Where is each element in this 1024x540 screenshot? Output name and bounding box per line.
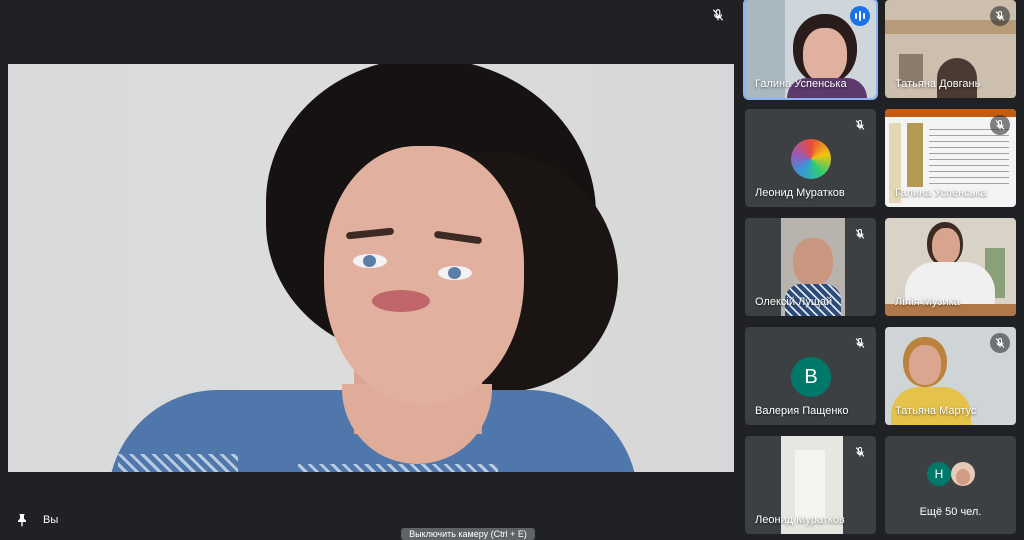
camera-tooltip: Выключить камеру (Ctrl + E) bbox=[401, 528, 535, 540]
embroidery-center bbox=[298, 464, 498, 472]
mic-off-icon bbox=[990, 333, 1010, 353]
participant-tile-galyna[interactable]: Галина Успенська bbox=[743, 0, 878, 100]
speaker-eye-left bbox=[353, 254, 387, 268]
mic-off-icon bbox=[990, 115, 1010, 135]
self-label: Вы bbox=[43, 514, 59, 526]
presentation-image bbox=[907, 123, 923, 187]
more-participants-tile[interactable]: Н Ещё 50 чел. bbox=[885, 436, 1016, 534]
participant-name: Галина Успенська bbox=[895, 187, 987, 199]
participant-tile-tatiana-martus[interactable]: Татьяна Мартус bbox=[885, 327, 1016, 425]
participant-tile-oleksii[interactable]: Олексій Лущай bbox=[745, 218, 876, 316]
pin-icon[interactable] bbox=[14, 512, 30, 528]
participant-tile-leonid-1[interactable]: Леонид Муратков bbox=[745, 109, 876, 207]
speaker-eye-right bbox=[438, 266, 472, 280]
participant-name: Лілія Музика bbox=[895, 296, 960, 308]
avatar: В bbox=[791, 357, 831, 397]
main-mic-off-icon bbox=[704, 4, 732, 26]
tile-background-door bbox=[795, 450, 825, 520]
main-video[interactable] bbox=[8, 64, 734, 472]
participant-name: Валерия Пащенко bbox=[755, 405, 849, 417]
mic-off-icon bbox=[850, 115, 870, 135]
participant-name: Татьяна Довгань bbox=[895, 78, 981, 90]
mic-off-icon bbox=[990, 6, 1010, 26]
participant-name: Леонид Муратков bbox=[755, 187, 845, 199]
participant-name: Олексій Лущай bbox=[755, 296, 833, 308]
more-participants-label: Ещё 50 чел. bbox=[919, 506, 982, 518]
speaker-face bbox=[324, 146, 524, 404]
participant-name: Леонид Муратков bbox=[755, 514, 845, 526]
participant-tile-valeriia[interactable]: В Валерия Пащенко bbox=[745, 327, 876, 425]
participant-tile-leonid-2[interactable]: Леонид Муратков bbox=[745, 436, 876, 534]
tile-person-face bbox=[932, 228, 960, 264]
avatar: Н bbox=[927, 462, 951, 486]
profile-avatar bbox=[791, 139, 831, 179]
mic-off-icon bbox=[850, 224, 870, 244]
tile-person-face bbox=[909, 345, 941, 385]
participant-tile-liliia[interactable]: Лілія Музика bbox=[885, 218, 1016, 316]
avatar bbox=[951, 462, 975, 486]
speaking-indicator-icon bbox=[850, 6, 870, 26]
speaker-lips bbox=[372, 290, 430, 312]
participant-tile-tatiana-dovhan[interactable]: Татьяна Довгань bbox=[885, 0, 1016, 98]
tile-person-face bbox=[803, 28, 847, 82]
participant-tile-presentation[interactable]: Галина Успенська bbox=[885, 109, 1016, 207]
mic-off-icon bbox=[850, 442, 870, 462]
presentation-text-lines bbox=[929, 129, 1009, 187]
tile-person-face bbox=[793, 238, 833, 286]
participant-name: Татьяна Мартус bbox=[895, 405, 977, 417]
embroidery-left bbox=[118, 454, 238, 472]
mic-off-icon bbox=[850, 333, 870, 353]
participant-name: Галина Успенська bbox=[755, 78, 847, 90]
